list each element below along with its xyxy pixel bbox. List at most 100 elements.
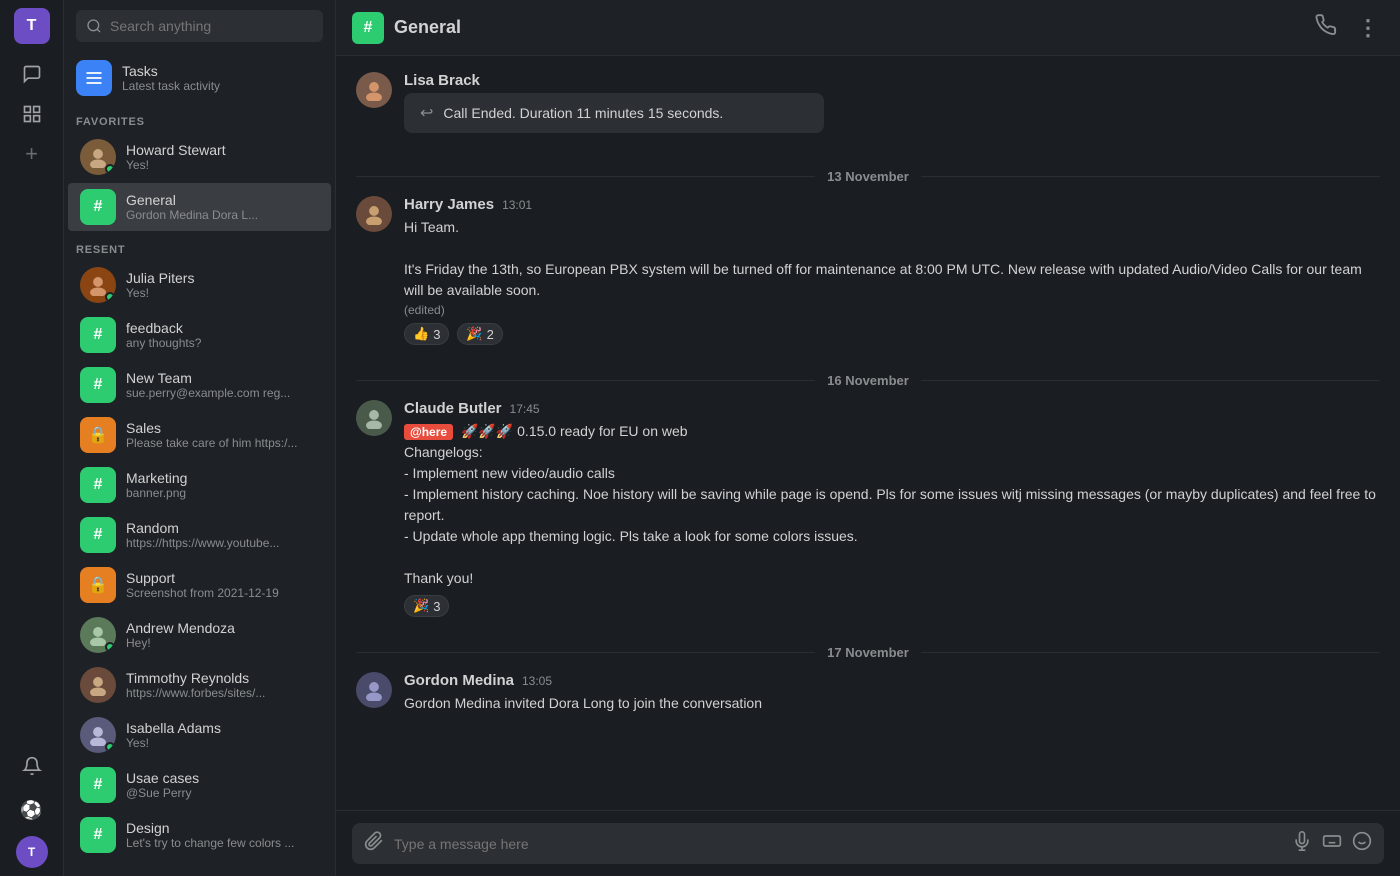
timmothy-name: Timmothy Reynolds <box>126 670 319 686</box>
tasks-name: Tasks <box>122 63 323 79</box>
attach-button[interactable] <box>364 831 384 856</box>
recent-label: RESENT <box>64 232 335 260</box>
chat-header: # General ⋮ <box>336 0 1400 56</box>
andrew-name: Andrew Mendoza <box>126 620 319 636</box>
support-icon: 🔒 <box>80 567 116 603</box>
sidebar-item-newteam[interactable]: # New Team sue.perry@example.com reg... <box>68 361 331 409</box>
sidebar-item-random[interactable]: # Random https://https://www.youtube... <box>68 511 331 559</box>
message-group-claude: Claude Butler 17:45 @here 🚀🚀🚀 0.15.0 rea… <box>356 400 1380 617</box>
sidebar-item-design[interactable]: # Design Let's try to change few colors … <box>68 811 331 859</box>
date-divider-13nov: 13 November <box>356 169 1380 184</box>
sidebar-item-howard[interactable]: Howard Stewart Yes! <box>68 133 331 181</box>
sidebar-item-usecases[interactable]: # Usae cases @Sue Perry <box>68 761 331 809</box>
reaction-thumbsup[interactable]: 👍3 <box>404 323 449 345</box>
sidebar-item-andrew[interactable]: Andrew Mendoza Hey! <box>68 611 331 659</box>
msg-time-harry: 13:01 <box>502 198 532 212</box>
msg-text-claude: @here 🚀🚀🚀 0.15.0 ready for EU on web Cha… <box>404 421 1380 589</box>
reaction-party-claude[interactable]: 🎉3 <box>404 595 449 617</box>
sidebar-item-julia[interactable]: Julia Piters Yes! <box>68 261 331 309</box>
tasks-item[interactable]: Tasks Latest task activity <box>64 52 335 104</box>
message-input[interactable] <box>394 836 1282 852</box>
microphone-button[interactable] <box>1292 831 1312 856</box>
call-ended-icon: ↩ <box>420 103 433 123</box>
isabella-preview: Yes! <box>126 736 319 750</box>
icon-bar: T + ⚽ T <box>0 0 64 876</box>
online-indicator-isabella <box>105 742 115 752</box>
grid-icon[interactable] <box>14 96 50 132</box>
call-ended-text: Call Ended. Duration 11 minutes 15 secon… <box>443 105 723 121</box>
reaction-party[interactable]: 🎉2 <box>457 323 502 345</box>
date-17-label: 17 November <box>827 645 909 660</box>
avatar-andrew <box>80 617 116 653</box>
online-indicator-julia <box>105 292 115 302</box>
soccer-icon[interactable]: ⚽ <box>14 792 50 828</box>
marketing-preview: banner.png <box>126 486 319 500</box>
emoji-button[interactable] <box>1352 831 1372 856</box>
bell-icon[interactable] <box>14 748 50 784</box>
date-16-label: 16 November <box>827 373 909 388</box>
sidebar-item-sales[interactable]: 🔒 Sales Please take care of him https:/.… <box>68 411 331 459</box>
design-icon: # <box>80 817 116 853</box>
search-input[interactable] <box>110 18 313 34</box>
date-divider-16nov: 16 November <box>356 373 1380 388</box>
msg-time-claude: 17:45 <box>510 402 540 416</box>
general-channel-icon: # <box>80 189 116 225</box>
main-chat: # General ⋮ Lisa Brack ↩ Call Ended. Dur… <box>336 0 1400 876</box>
here-mention-badge: @here <box>404 424 453 440</box>
msg-author-harry: Harry James <box>404 196 494 213</box>
avatar-harry <box>356 196 392 232</box>
newteam-icon: # <box>80 367 116 403</box>
msg-author-lisabrack: Lisa Brack <box>404 72 480 89</box>
general-preview: Gordon Medina Dora L... <box>126 208 319 222</box>
search-icon <box>86 18 102 34</box>
feedback-icon: # <box>80 317 116 353</box>
online-indicator <box>105 164 115 174</box>
msg-edited-harry: (edited) <box>404 303 1380 317</box>
header-actions: ⋮ <box>1311 10 1384 46</box>
random-icon: # <box>80 517 116 553</box>
marketing-icon: # <box>80 467 116 503</box>
message-input-wrapper <box>352 823 1384 864</box>
messages-area: Lisa Brack ↩ Call Ended. Duration 11 min… <box>336 56 1400 810</box>
msg-reactions-harry: 👍3 🎉2 <box>404 323 1380 345</box>
avatar-howard <box>80 139 116 175</box>
tasks-subtitle: Latest task activity <box>122 79 323 93</box>
avatar-julia <box>80 267 116 303</box>
sidebar-item-timmothy[interactable]: Timmothy Reynolds https://www.forbes/sit… <box>68 661 331 709</box>
keyboard-button[interactable] <box>1322 831 1342 856</box>
more-options-button[interactable]: ⋮ <box>1353 11 1384 45</box>
feedback-preview: any thoughts? <box>126 336 319 350</box>
usecases-preview: @Sue Perry <box>126 786 319 800</box>
sidebar-item-isabella[interactable]: Isabella Adams Yes! <box>68 711 331 759</box>
sidebar-item-support[interactable]: 🔒 Support Screenshot from 2021-12-19 <box>68 561 331 609</box>
sidebar-item-marketing[interactable]: # Marketing banner.png <box>68 461 331 509</box>
date-13-label: 13 November <box>827 169 909 184</box>
sales-icon: 🔒 <box>80 417 116 453</box>
support-name: Support <box>126 570 319 586</box>
avatar-claude <box>356 400 392 436</box>
msg-text-harry: Hi Team. It's Friday the 13th, so Europe… <box>404 217 1380 301</box>
timmothy-preview: https://www.forbes/sites/... <box>126 686 319 700</box>
message-input-area <box>336 810 1400 876</box>
user-avatar-initial[interactable]: T <box>14 8 50 44</box>
avatar-timmothy <box>80 667 116 703</box>
add-workspace-icon[interactable]: + <box>14 136 50 172</box>
sidebar-item-general[interactable]: # General Gordon Medina Dora L... <box>68 183 331 231</box>
current-user-avatar[interactable]: T <box>16 836 48 868</box>
avatar-isabella <box>80 717 116 753</box>
design-name: Design <box>126 820 319 836</box>
chat-icon[interactable] <box>14 56 50 92</box>
sidebar-item-feedback[interactable]: # feedback any thoughts? <box>68 311 331 359</box>
tasks-icon <box>76 60 112 96</box>
message-group-harry: Harry James 13:01 Hi Team. It's Friday t… <box>356 196 1380 345</box>
newteam-preview: sue.perry@example.com reg... <box>126 386 319 400</box>
usecases-icon: # <box>80 767 116 803</box>
usecases-name: Usae cases <box>126 770 319 786</box>
input-right-actions <box>1292 831 1372 856</box>
phone-button[interactable] <box>1311 10 1341 46</box>
sales-preview: Please take care of him https:/... <box>126 436 319 450</box>
design-preview: Let's try to change few colors ... <box>126 836 319 850</box>
msg-time-gordon: 13:05 <box>522 674 552 688</box>
search-bar[interactable] <box>76 10 323 42</box>
msg-text-gordon: Gordon Medina invited Dora Long to join … <box>404 693 1380 714</box>
